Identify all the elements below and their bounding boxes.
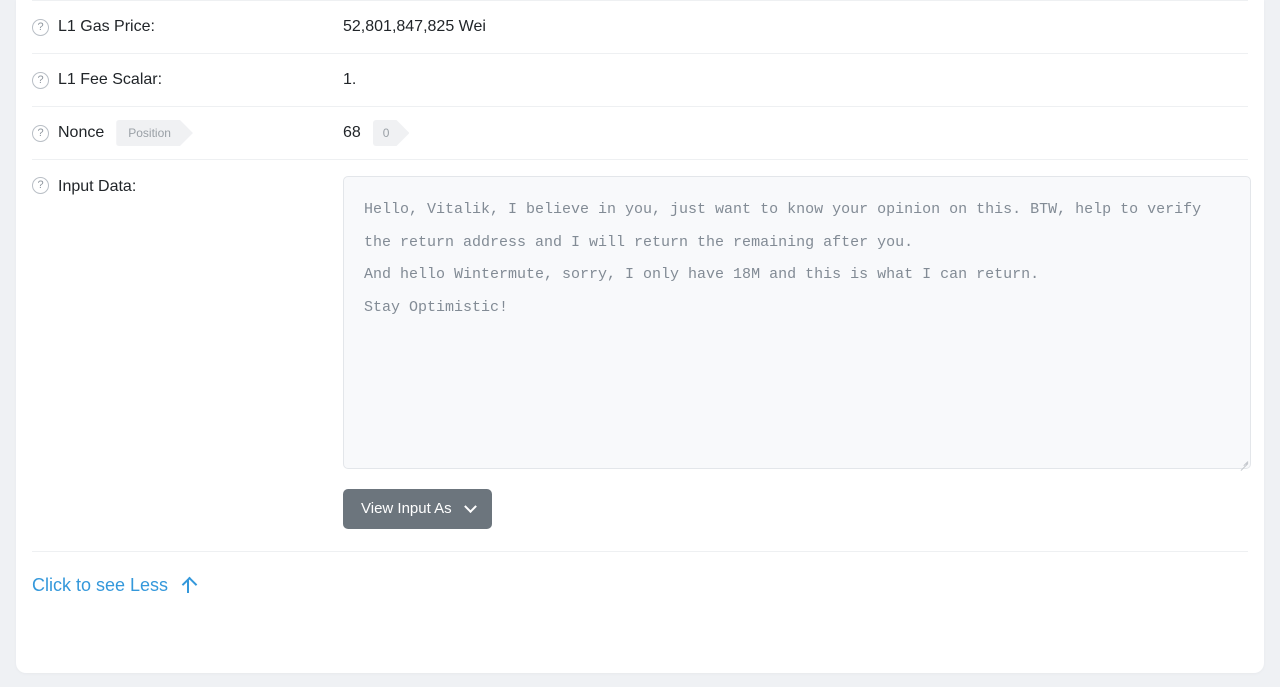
row-value-text: 68 — [343, 124, 361, 141]
row-value-text: 1. — [343, 71, 357, 88]
click-to-see-less-link[interactable]: Click to see Less — [32, 574, 195, 596]
help-icon[interactable]: ? — [32, 71, 49, 89]
chevron-down-icon — [463, 499, 477, 513]
input-data-body: Hello, Vitalik, I believe in you, just w… — [343, 160, 1251, 551]
row-label-text: Nonce — [58, 124, 105, 141]
table-row: ? Nonce Position 68 0 — [32, 106, 1248, 159]
position-tag: Position — [116, 120, 193, 146]
row-value-l1-fee-scalar: 1. — [343, 54, 1248, 106]
help-icon[interactable]: ? — [32, 124, 49, 142]
page-background: ? L1 Gas Price: 52,801,847,825 Wei ? L1 … — [0, 0, 1280, 687]
position-value-tag: 0 — [373, 120, 410, 146]
help-icon[interactable]: ? — [32, 18, 49, 36]
view-input-as-button[interactable]: View Input As — [343, 489, 492, 529]
table-row-input-data: ? Input Data: Hello, Vitalik, I believe … — [32, 159, 1251, 551]
row-value-text: 52,801,847,825 Wei — [343, 18, 486, 35]
row-label-text: Input Data: — [58, 178, 137, 195]
input-data-textarea[interactable]: Hello, Vitalik, I believe in you, just w… — [343, 176, 1251, 469]
see-less-label: Click to see Less — [32, 575, 169, 595]
row-value-l1-gas-price: 52,801,847,825 Wei — [343, 1, 1248, 53]
table-row: ? L1 Gas Price: 52,801,847,825 Wei — [32, 0, 1248, 53]
row-label-nonce: ? Nonce Position — [32, 107, 343, 159]
row-label-l1-gas-price: ? L1 Gas Price: — [32, 1, 343, 53]
row-value-nonce: 68 0 — [343, 107, 1248, 159]
card-footer: Click to see Less — [32, 551, 1248, 606]
row-label-text: L1 Fee Scalar: — [58, 71, 163, 88]
view-input-as-label: View Input As — [361, 500, 452, 517]
row-label-l1-fee-scalar: ? L1 Fee Scalar: — [32, 54, 343, 106]
help-icon[interactable]: ? — [32, 177, 49, 194]
table-row: ? L1 Fee Scalar: 1. — [32, 53, 1248, 106]
row-label-input-data: ? Input Data: — [32, 160, 343, 197]
card-content: ? L1 Gas Price: 52,801,847,825 Wei ? L1 … — [32, 0, 1251, 673]
transaction-details-card: ? L1 Gas Price: 52,801,847,825 Wei ? L1 … — [16, 0, 1264, 673]
row-label-text: L1 Gas Price: — [58, 18, 155, 35]
arrow-up-icon — [181, 577, 195, 593]
